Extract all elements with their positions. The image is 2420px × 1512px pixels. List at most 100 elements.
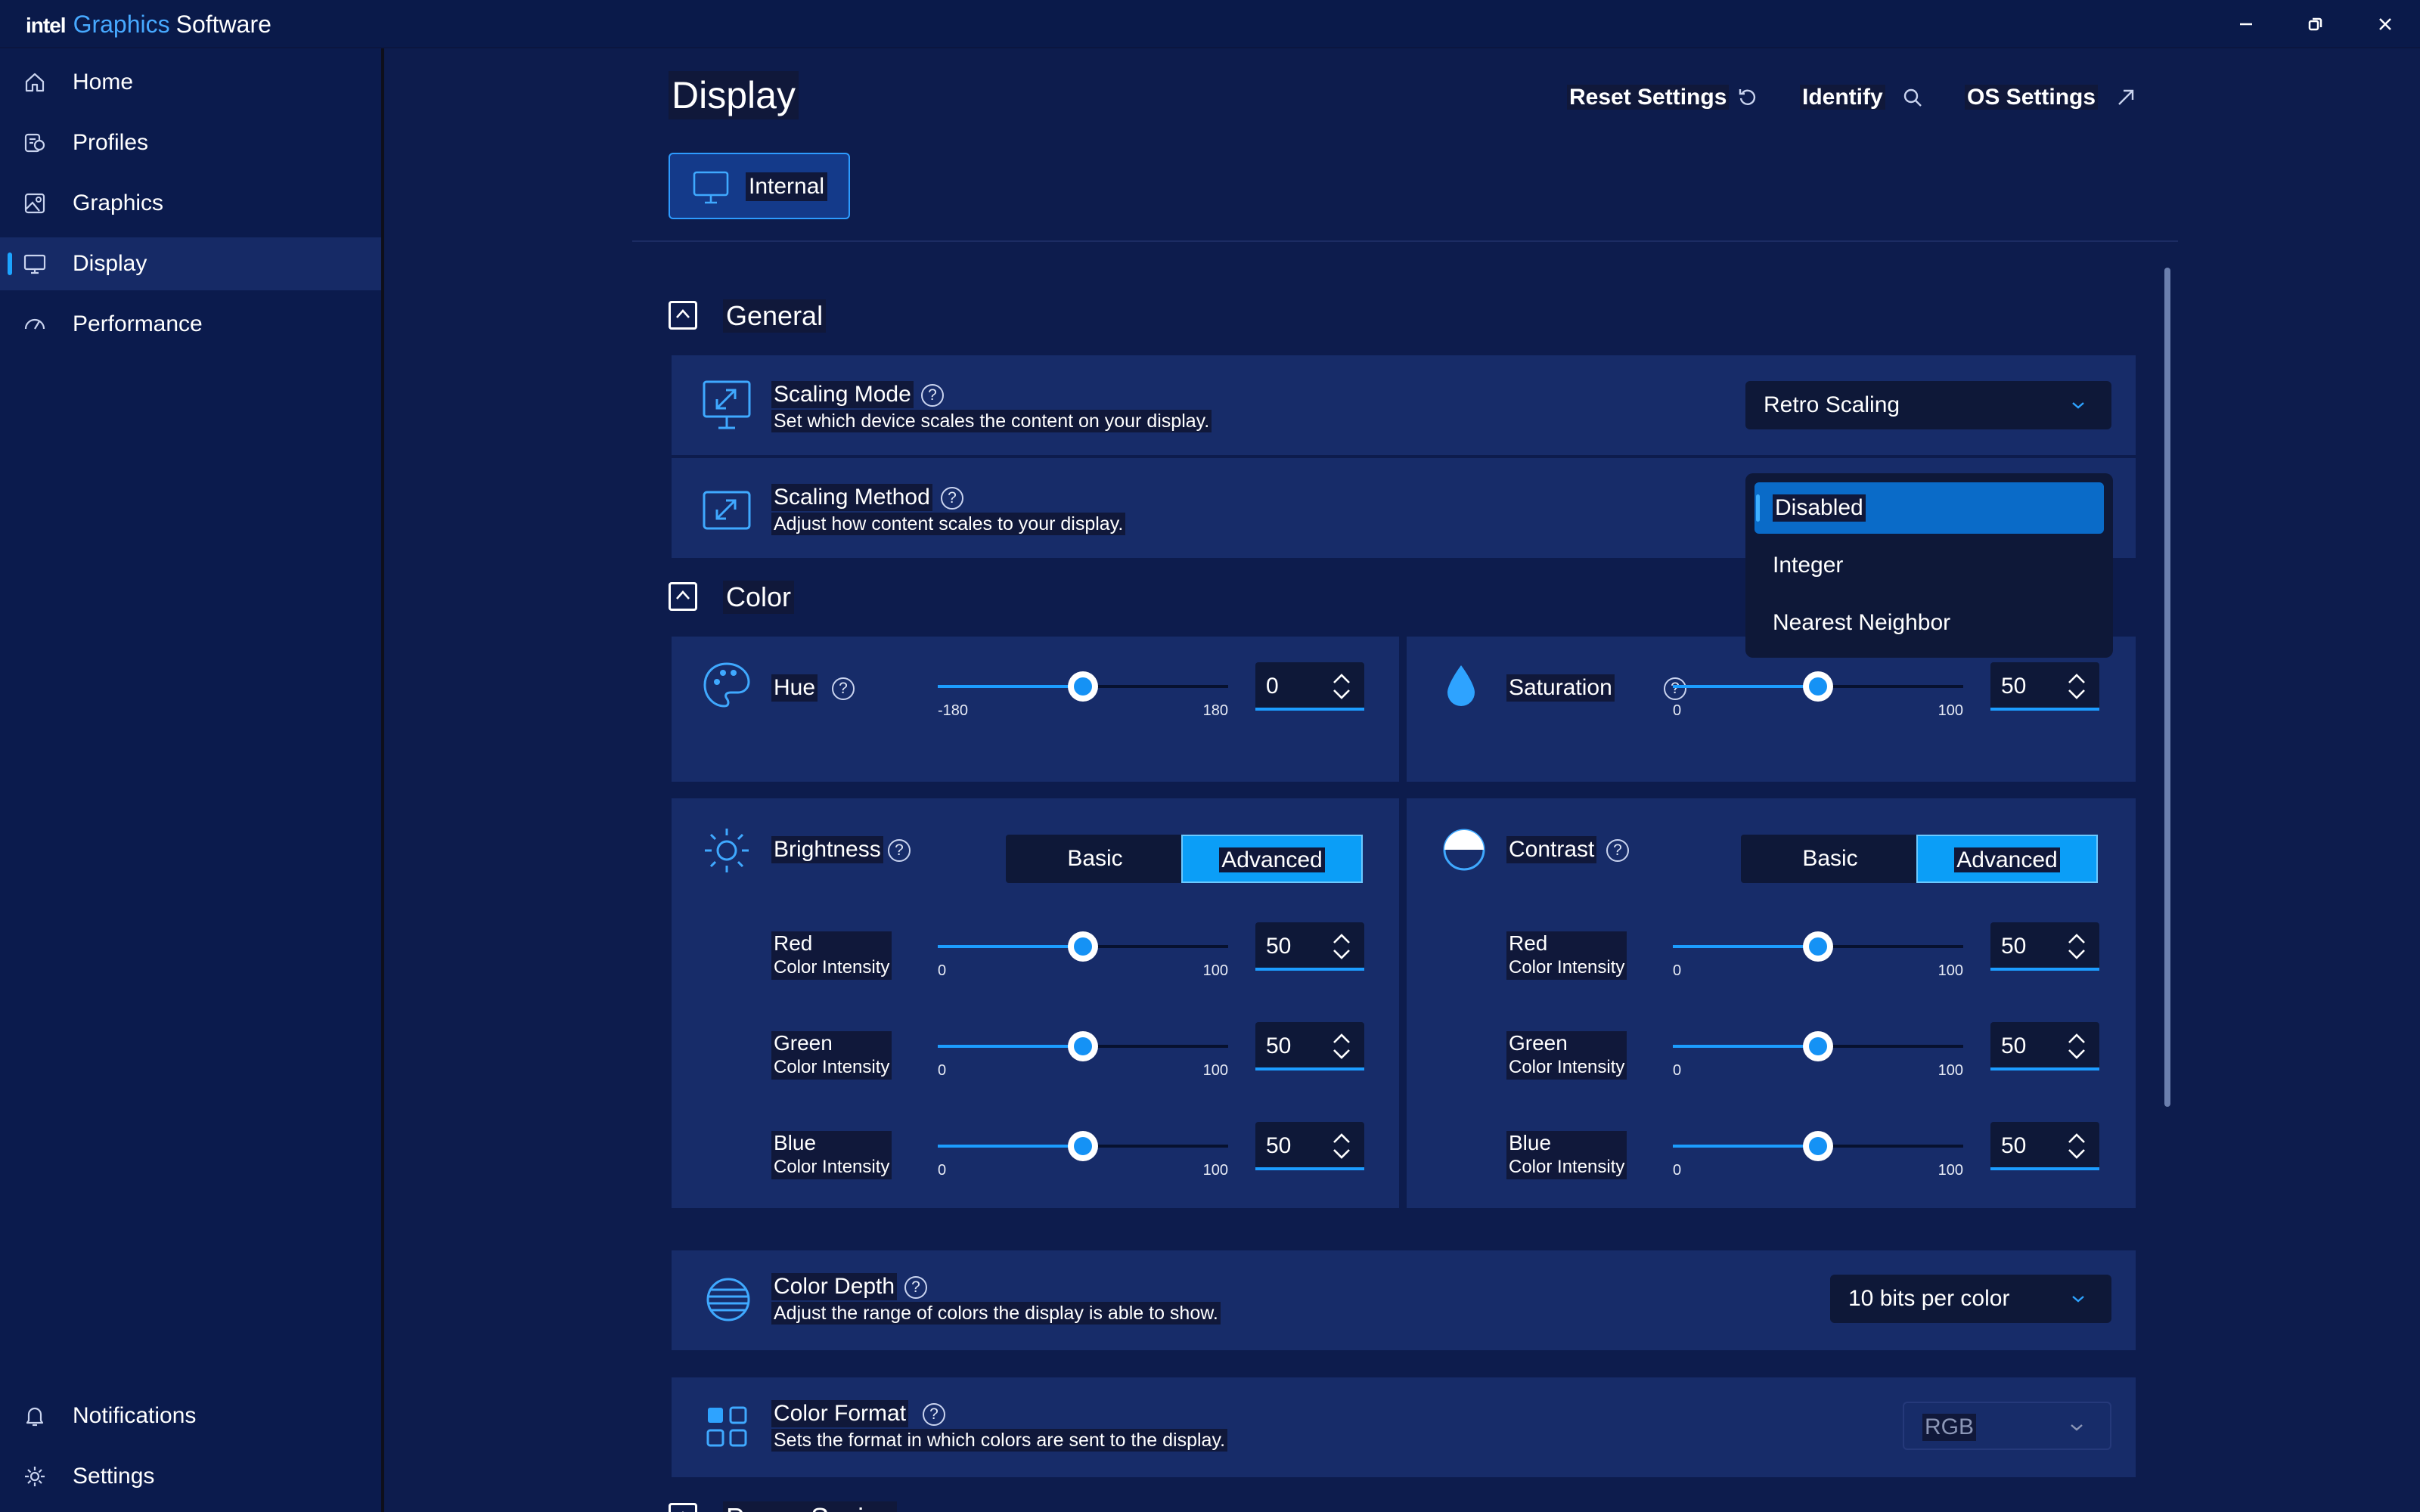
slider-max-label: 100 [1202, 962, 1228, 979]
saturation-slider[interactable]: 0 100 [1673, 664, 1963, 719]
contrast-mode-toggle[interactable]: Basic Advanced [1741, 835, 2098, 883]
sidebar-item-graphics[interactable]: Graphics [0, 177, 381, 230]
channel-name: Green [1506, 1031, 1627, 1055]
contrast-green-input[interactable]: 50 [1990, 1022, 2099, 1070]
brightness-mode-toggle[interactable]: Basic Advanced [1006, 835, 1363, 883]
contrast-blue-slider[interactable]: 0 100 [1673, 1123, 1963, 1179]
scaling-method-dropdown: Disabled Integer Nearest Neighbor [1745, 473, 2113, 658]
scrollbar[interactable] [2164, 268, 2170, 1107]
channel-sub: Color Intensity [771, 956, 892, 980]
saturation-value-input[interactable]: 50 [1990, 662, 2099, 711]
help-icon[interactable]: ? [921, 384, 944, 407]
stepper-icon[interactable] [1331, 930, 1352, 963]
brightness-basic-option[interactable]: Basic [1006, 835, 1184, 883]
sun-icon [705, 829, 749, 872]
color-depth-title: Color Depth [771, 1273, 898, 1300]
hue-slider[interactable]: -180 180 [938, 664, 1228, 719]
section-general-toggle[interactable]: General [669, 298, 865, 336]
section-general-title: General [723, 299, 827, 333]
slider-max-label: 180 [1202, 702, 1228, 719]
channel-sub: Color Intensity [771, 1055, 892, 1080]
option-label: Disabled [1773, 494, 1866, 522]
os-settings-button[interactable]: OS Settings [1965, 82, 2139, 113]
brightness-blue-slider[interactable]: 0 100 [938, 1123, 1228, 1179]
section-color-toggle[interactable]: Color [669, 579, 835, 617]
channel-sub: Color Intensity [1506, 1155, 1627, 1179]
reset-settings-button[interactable]: Reset Settings [1567, 82, 1764, 113]
scaling-method-option-disabled[interactable]: Disabled [1754, 482, 2104, 534]
slider-thumb[interactable] [1803, 1131, 1833, 1161]
stepper-icon[interactable] [2066, 930, 2087, 963]
contrast-basic-option[interactable]: Basic [1741, 835, 1919, 883]
header-divider [632, 240, 2178, 242]
sidebar-item-settings[interactable]: Settings [0, 1450, 381, 1503]
scaling-mode-description: Set which device scales the content on y… [771, 410, 1212, 432]
stepper-icon[interactable] [1331, 1129, 1352, 1163]
help-icon[interactable]: ? [1606, 839, 1629, 862]
color-format-select[interactable]: RGB [1903, 1402, 2111, 1450]
slider-thumb[interactable] [1068, 1131, 1098, 1161]
sidebar-item-notifications[interactable]: Notifications [0, 1390, 381, 1442]
scaling-mode-icon [703, 380, 751, 429]
contrast-advanced-option[interactable]: Advanced [1916, 835, 2098, 883]
brightness-red-slider[interactable]: 0 100 [938, 924, 1228, 979]
stepper-icon[interactable] [2066, 670, 2087, 703]
color-format-row: Color Format ? Sets the format in which … [672, 1377, 2136, 1477]
slider-thumb[interactable] [1803, 1031, 1833, 1061]
tab-internal-label: Internal [746, 172, 828, 201]
scaling-method-description: Adjust how content scales to your displa… [771, 513, 1126, 535]
color-depth-select[interactable]: 10 bits per color [1830, 1275, 2111, 1323]
title-bar: intel Graphics Software [0, 0, 2420, 48]
sidebar-item-display[interactable]: Display [0, 237, 381, 290]
brightness-blue-input[interactable]: 50 [1255, 1122, 1364, 1170]
slider-min-label: 0 [938, 1062, 947, 1079]
chevron-down-icon [2072, 402, 2084, 409]
stepper-icon[interactable] [2066, 1129, 2087, 1163]
identify-button[interactable]: Identify [1800, 82, 1928, 113]
scaling-method-option-integer[interactable]: Integer [1754, 540, 2104, 591]
sidebar-item-profiles[interactable]: Profiles [0, 116, 381, 169]
color-depth-row: Color Depth ? Adjust the range of colors… [672, 1250, 2136, 1350]
identify-label: Identify [1800, 85, 1885, 110]
contrast-blue-label: Blue Color Intensity [1506, 1131, 1627, 1179]
slider-thumb[interactable] [1068, 931, 1098, 962]
collapse-box [669, 1503, 697, 1512]
slider-thumb[interactable] [1068, 1031, 1098, 1061]
help-icon[interactable]: ? [941, 487, 963, 510]
contrast-green-slider[interactable]: 0 100 [1673, 1024, 1963, 1079]
slider-thumb[interactable] [1068, 671, 1098, 702]
brightness-green-slider[interactable]: 0 100 [938, 1024, 1228, 1079]
advanced-label: Advanced [1219, 847, 1325, 872]
brightness-red-input[interactable]: 50 [1255, 922, 1364, 971]
minimize-button[interactable] [2211, 0, 2281, 48]
slider-thumb[interactable] [1803, 931, 1833, 962]
tab-internal-display[interactable]: Internal [669, 153, 850, 219]
contrast-red-input[interactable]: 50 [1990, 922, 2099, 971]
close-button[interactable] [2350, 0, 2420, 48]
app-title-software: Software [175, 11, 271, 38]
stepper-icon[interactable] [2066, 1030, 2087, 1063]
stepper-icon[interactable] [1331, 670, 1352, 703]
option-label: Nearest Neighbor [1773, 610, 1951, 635]
brightness-green-input[interactable]: 50 [1255, 1022, 1364, 1070]
help-icon[interactable]: ? [923, 1403, 945, 1426]
contrast-red-slider[interactable]: 0 100 [1673, 924, 1963, 979]
sidebar-item-home[interactable]: Home [0, 56, 381, 109]
contrast-icon [1443, 829, 1485, 871]
stepper-icon[interactable] [1331, 1030, 1352, 1063]
app-logo: intel Graphics Software [26, 9, 271, 41]
slider-thumb[interactable] [1803, 671, 1833, 702]
section-power-saving-toggle[interactable]: Power Saving [669, 1500, 918, 1512]
hue-value-input[interactable]: 0 [1255, 662, 1364, 711]
contrast-blue-input[interactable]: 50 [1990, 1122, 2099, 1170]
brightness-advanced-option[interactable]: Advanced [1181, 835, 1363, 883]
scaling-mode-select[interactable]: Retro Scaling [1745, 381, 2111, 429]
help-icon[interactable]: ? [904, 1276, 927, 1299]
sidebar-item-performance[interactable]: Performance [0, 298, 381, 351]
help-icon[interactable]: ? [832, 677, 855, 700]
scaling-method-option-nearest-neighbor[interactable]: Nearest Neighbor [1754, 597, 2104, 649]
scaling-mode-row: Scaling Mode ? Set which device scales t… [672, 355, 2136, 455]
advanced-label: Advanced [1954, 847, 2060, 872]
restore-button[interactable] [2281, 0, 2350, 48]
help-icon[interactable]: ? [888, 839, 911, 862]
